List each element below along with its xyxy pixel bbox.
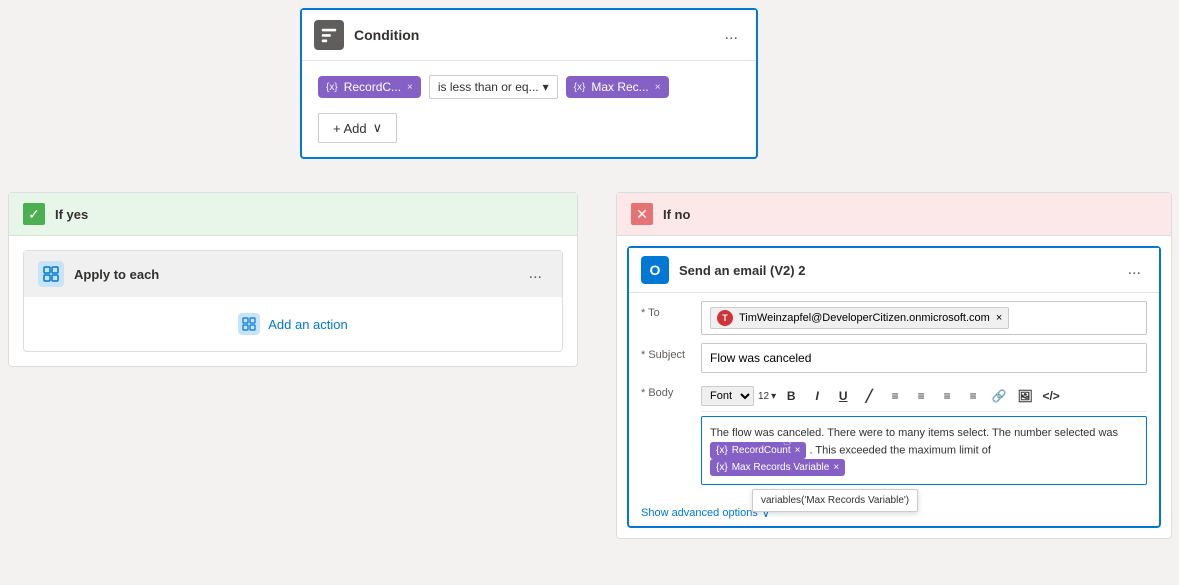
body-text-before: The flow was canceled. There were to man… — [710, 427, 1118, 439]
operator-chevron: ▾ — [543, 80, 549, 94]
send-email-ellipsis[interactable]: ... — [1122, 259, 1147, 281]
subject-field[interactable]: Flow was canceled — [701, 343, 1147, 373]
send-email-card: O Send an email (V2) 2 ... * To T TimWei… — [627, 246, 1161, 528]
send-email-header: O Send an email (V2) 2 ... — [629, 248, 1159, 293]
condition-pill-1[interactable]: {x} RecordC... × — [318, 76, 421, 98]
numbered-list-btn[interactable]: ≡ — [910, 385, 932, 407]
indent-btn[interactable]: ≡ — [936, 385, 958, 407]
record-count-pill-icon: {x} — [716, 443, 728, 458]
underline-btn[interactable]: U — [832, 385, 854, 407]
condition-block: Condition ... {x} RecordC... × is less t… — [300, 8, 758, 159]
email-form: * To T TimWeinzapfel@DeveloperCitizen.on… — [629, 293, 1159, 501]
body-row: * Body Font 12 ▾ B I — [641, 381, 1147, 485]
if-yes-title: If yes — [55, 207, 88, 222]
pill-1-icon: {x} — [326, 82, 338, 93]
if-no-header: ✕ If no — [617, 193, 1171, 236]
cursor-pointer-icon: ☞ — [782, 430, 796, 454]
pill-1-close[interactable]: × — [407, 82, 413, 93]
body-text-middle: . This exceeded the maximum limit of — [810, 444, 991, 456]
add-action-btn[interactable]: Add an action — [24, 297, 562, 351]
tooltip-popup: variables('Max Records Variable') — [752, 489, 918, 512]
apply-icon — [38, 261, 64, 287]
body-container: Font 12 ▾ B I U ╱ ≡ ≡ ≡ — [701, 381, 1147, 485]
pill-2-icon: {x} — [574, 82, 586, 93]
add-button[interactable]: + Add ∨ — [318, 113, 397, 143]
subject-value: Flow was canceled — [710, 351, 811, 365]
to-tag: T TimWeinzapfel@DeveloperCitizen.onmicro… — [710, 307, 1009, 329]
condition-ellipsis-btn[interactable]: ... — [719, 24, 744, 46]
max-records-pill-icon: {x} — [716, 460, 728, 475]
font-size-value: 12 — [758, 391, 769, 402]
image-btn[interactable]: 🖼 — [1014, 385, 1036, 407]
if-yes-header: ✓ If yes — [9, 193, 577, 236]
add-label: + Add — [333, 121, 367, 136]
font-size-chevron: ▾ — [771, 391, 776, 402]
if-yes-icon: ✓ — [23, 203, 45, 225]
if-yes-panel: ✓ If yes Apply to each ... — [8, 192, 578, 367]
to-field[interactable]: T TimWeinzapfel@DeveloperCitizen.onmicro… — [701, 301, 1147, 335]
condition-icon — [314, 20, 344, 50]
italic-btn[interactable]: I — [806, 385, 828, 407]
strikethrough-btn[interactable]: ╱ — [858, 385, 880, 407]
condition-header: Condition ... — [302, 10, 756, 61]
show-advanced-label: Show advanced options — [641, 507, 758, 519]
add-action-label: Add an action — [268, 317, 348, 332]
if-no-panel: ✕ If no O Send an email (V2) 2 ... * To … — [616, 192, 1172, 539]
to-avatar: T — [717, 310, 733, 326]
code-btn[interactable]: </> — [1040, 385, 1062, 407]
canvas: Condition ... {x} RecordC... × is less t… — [0, 0, 1179, 585]
condition-body: {x} RecordC... × is less than or eq... ▾… — [302, 61, 756, 113]
pill-2-label: Max Rec... — [591, 80, 648, 94]
apply-ellipsis-btn[interactable]: ... — [523, 263, 548, 285]
body-content-area[interactable]: The flow was canceled. There were to man… — [701, 416, 1147, 485]
bold-btn[interactable]: B — [780, 385, 802, 407]
body-toolbar: Font 12 ▾ B I U ╱ ≡ ≡ ≡ — [701, 381, 1147, 412]
add-action-icon — [238, 313, 260, 335]
add-chevron: ∨ — [373, 120, 383, 136]
if-no-title: If no — [663, 207, 690, 222]
tooltip-text: variables('Max Records Variable') — [761, 495, 909, 506]
operator-label: is less than or eq... — [438, 80, 539, 94]
send-email-title: Send an email (V2) 2 — [679, 263, 1122, 278]
apply-header: Apply to each ... — [24, 251, 562, 297]
max-records-label: Max Records Variable — [732, 460, 830, 475]
font-select[interactable]: Font — [701, 386, 754, 406]
apply-title: Apply to each — [74, 267, 523, 282]
max-records-close[interactable]: × — [833, 460, 839, 475]
max-records-tag[interactable]: {x} Max Records Variable × ☞ — [710, 459, 845, 476]
condition-pill-2[interactable]: {x} Max Rec... × — [566, 76, 669, 98]
pill-2-close[interactable]: × — [655, 82, 661, 93]
condition-title: Condition — [354, 27, 719, 43]
outdent-btn[interactable]: ≡ — [962, 385, 984, 407]
to-label: * To — [641, 301, 691, 319]
to-email: TimWeinzapfel@DeveloperCitizen.onmicroso… — [739, 312, 990, 324]
font-size-group: 12 ▾ — [758, 391, 776, 402]
apply-to-each-block: Apply to each ... Add an action — [23, 250, 563, 352]
to-row: * To T TimWeinzapfel@DeveloperCitizen.on… — [641, 301, 1147, 335]
body-label: * Body — [641, 381, 691, 399]
operator-dropdown[interactable]: is less than or eq... ▾ — [429, 75, 558, 99]
bullet-list-btn[interactable]: ≡ — [884, 385, 906, 407]
subject-row: * Subject Flow was canceled — [641, 343, 1147, 373]
link-btn[interactable]: 🔗 — [988, 385, 1010, 407]
subject-label: * Subject — [641, 343, 691, 361]
pill-1-label: RecordC... — [344, 80, 401, 94]
if-no-icon: ✕ — [631, 203, 653, 225]
outlook-icon: O — [641, 256, 669, 284]
to-close[interactable]: × — [996, 312, 1002, 324]
